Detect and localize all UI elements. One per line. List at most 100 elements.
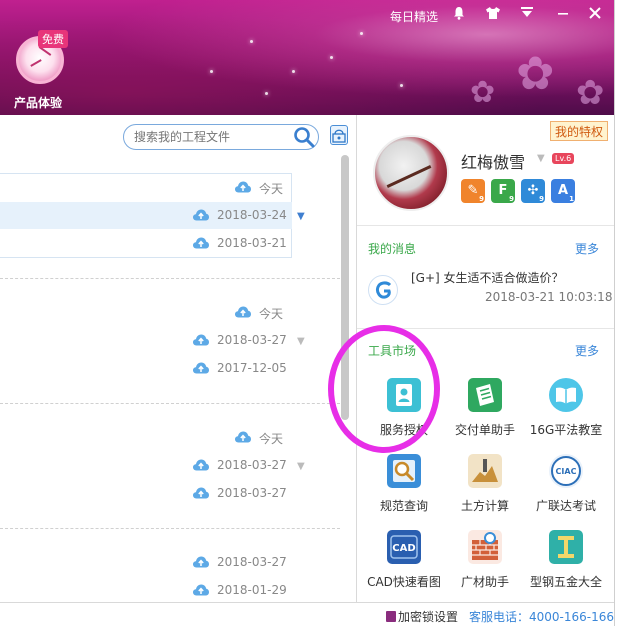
earthwork-icon [468, 454, 502, 488]
file-date: 2018-03-27 [217, 458, 287, 472]
lock-icon [386, 611, 396, 622]
cloud-upload-icon[interactable] [192, 458, 210, 475]
cloud-upload-icon[interactable] [192, 486, 210, 503]
network-badge-icon[interactable]: ✣ 9 [521, 179, 545, 203]
messages-more-link[interactable]: 更多 [575, 240, 599, 257]
search-icon[interactable] [292, 125, 316, 149]
menu-dropdown-icon[interactable] [520, 6, 534, 24]
file-row-selected[interactable]: 2018-03-24 [0, 202, 292, 229]
document-list-icon [468, 378, 502, 412]
status-bar: 加密锁设置 客服电话：4000-166-166 [0, 602, 614, 626]
badge-count: 1 [569, 195, 574, 203]
tool-label: 型钢五金大全 [529, 575, 602, 589]
file-row[interactable]: 2018-03-27 [0, 549, 292, 576]
file-date: 2017-12-05 [217, 361, 287, 375]
tool-label: 土方计算 [460, 499, 509, 513]
cloud-upload-icon[interactable] [192, 208, 210, 225]
steel-beam-icon [549, 530, 583, 564]
edit-badge-icon[interactable]: ✎ 9 [461, 179, 485, 203]
cloud-upload-icon[interactable] [234, 430, 252, 447]
bell-icon[interactable] [452, 6, 466, 24]
tool-standard-query[interactable]: 规范查询 [363, 454, 443, 524]
tool-label: 规范查询 [379, 499, 428, 513]
tools-more-link[interactable]: 更多 [575, 342, 599, 359]
tool-label: 广材助手 [460, 575, 509, 589]
tool-label: CAD快速看图 [367, 575, 441, 589]
cloud-upload-icon[interactable] [192, 555, 210, 572]
tool-glodon-exam[interactable]: CIAC 广联达考试 [525, 454, 605, 524]
cloud-upload-icon[interactable] [234, 305, 252, 322]
cloud-upload-icon[interactable] [234, 180, 252, 197]
file-row[interactable]: 今天 [0, 174, 292, 201]
file-date: 2018-03-24 [217, 208, 287, 222]
tool-material-assistant[interactable]: 广材助手 [444, 530, 524, 600]
file-row[interactable]: 2018-03-27 [0, 452, 292, 479]
file-date: 今天 [259, 432, 284, 446]
file-row[interactable]: 2018-01-29 [0, 577, 292, 604]
cloud-upload-icon[interactable] [192, 236, 210, 253]
product-experience-label[interactable]: 产品体验 [14, 94, 62, 111]
close-icon[interactable] [588, 6, 602, 24]
message-time: 2018-03-21 10:03:18 [485, 290, 613, 304]
svg-text:CIAC: CIAC [556, 467, 577, 476]
badge-count: 9 [479, 195, 484, 203]
badge-glyph: A [557, 183, 569, 198]
expand-arrow-icon[interactable]: ▼ [297, 211, 305, 222]
cloud-manage-icon[interactable] [330, 125, 348, 145]
file-row[interactable]: 2018-03-27 [0, 480, 292, 507]
file-date: 2018-03-27 [217, 555, 287, 569]
file-row[interactable]: 今天 [0, 299, 292, 326]
tool-16g-classroom[interactable]: 16G平法教室 [525, 378, 605, 448]
file-date: 2018-03-27 [217, 333, 287, 347]
ciac-logo-icon: CIAC [549, 454, 583, 488]
search-box [123, 124, 319, 150]
cloud-upload-icon[interactable] [192, 333, 210, 350]
free-badge: 免费 [38, 30, 68, 48]
minimize-icon[interactable] [556, 6, 570, 24]
file-date: 2018-03-21 [217, 236, 287, 250]
tool-delivery-assistant[interactable]: 交付单助手 [444, 378, 524, 448]
brick-wall-icon [468, 530, 502, 564]
username[interactable]: 红梅傲雪 [461, 149, 525, 173]
file-row[interactable]: 2017-12-05 [0, 355, 292, 382]
a-badge-icon[interactable]: A1 [551, 179, 575, 203]
highlight-annotation-ring [328, 325, 440, 453]
tool-label: 16G平法教室 [529, 423, 603, 437]
open-book-icon [549, 378, 583, 412]
lock-settings-link[interactable]: 加密锁设置 [398, 608, 458, 625]
daily-pick-link[interactable]: 每日精选 [390, 8, 438, 25]
tool-earthwork-calc[interactable]: 土方计算 [444, 454, 524, 524]
cloud-upload-icon[interactable] [192, 583, 210, 600]
cad-icon: CAD [387, 530, 421, 564]
expand-arrow-icon[interactable]: ▼ [297, 461, 305, 472]
file-date: 今天 [259, 182, 284, 196]
message-text[interactable]: [G+] 女生适不适合做造价？ [411, 269, 564, 286]
cloud-upload-icon[interactable] [192, 361, 210, 378]
badge-count: 9 [509, 195, 514, 203]
skin-shirt-icon[interactable] [485, 6, 501, 24]
group-divider [0, 528, 340, 529]
messages-title: 我的消息 [368, 242, 417, 256]
badge-glyph: ✣ [527, 183, 539, 198]
expand-arrow-icon[interactable]: ▼ [297, 336, 305, 347]
file-date: 2018-01-29 [217, 583, 287, 597]
tool-steel-hardware[interactable]: 型钢五金大全 [525, 530, 605, 600]
magnifier-doc-icon [387, 454, 421, 488]
project-file-panel: 今天 2018-03-24 ▼ 2018-03-21 今天 2018-03-27… [0, 115, 356, 602]
search-input[interactable] [134, 129, 284, 145]
file-row[interactable]: 今天 [0, 424, 292, 451]
badge-count: 9 [539, 195, 544, 203]
glodon-message-icon [368, 275, 398, 305]
service-hotline: 客服电话：4000-166-166 [469, 610, 615, 624]
user-menu-caret-icon[interactable]: ▼ [537, 153, 545, 164]
tool-cad-viewer[interactable]: CAD CAD快速看图 [363, 530, 443, 600]
file-row[interactable]: 2018-03-21 [0, 230, 292, 257]
privilege-tag[interactable]: 我的特权 [550, 121, 608, 141]
tool-label: 交付单助手 [454, 423, 515, 437]
file-row[interactable]: 2018-03-27 [0, 327, 292, 354]
file-date: 2018-03-27 [217, 486, 287, 500]
header-banner: ✿ ✿ ✿ 免费 产品体验 每日精选 [0, 0, 624, 115]
group-divider [0, 403, 340, 404]
badge-glyph: F [498, 183, 508, 198]
f-badge-icon[interactable]: F9 [491, 179, 515, 203]
